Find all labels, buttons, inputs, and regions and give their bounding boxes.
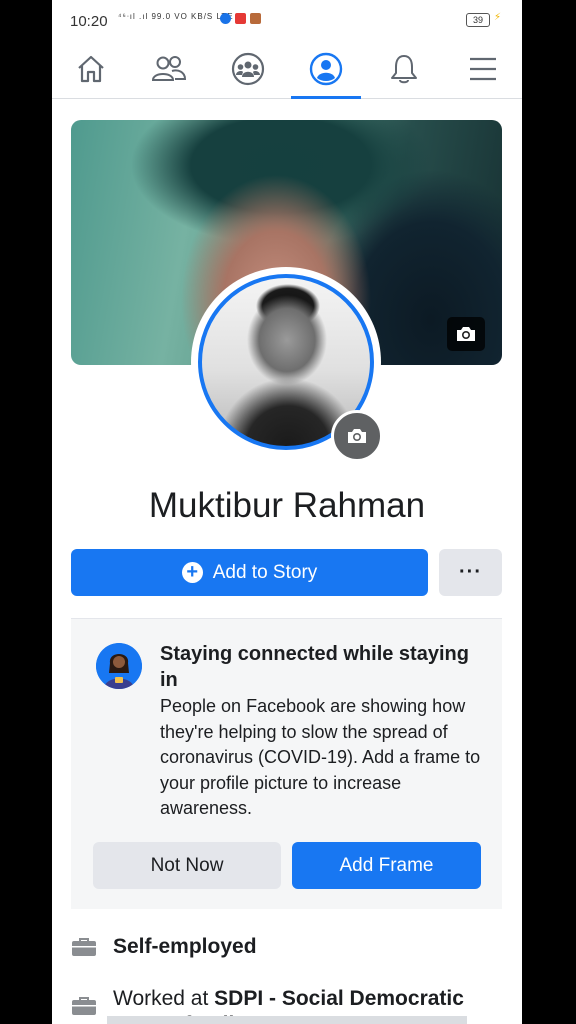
profile-name: Muktibur Rahman [148, 486, 426, 525]
nav-friends[interactable] [130, 40, 208, 98]
menu-icon [470, 57, 496, 81]
job-text: Self-employed [113, 935, 257, 958]
more-options-button[interactable]: ··· [439, 549, 502, 596]
groups-icon [231, 52, 265, 86]
nav-groups[interactable] [209, 40, 287, 98]
status-bar: 10:20 ⁴⁶ᐧıl .ıl 99.0 VO KB/S LTE 39 ⚡ [52, 0, 522, 40]
home-icon [78, 55, 104, 83]
battery-icon: 39 [466, 13, 490, 27]
friends-icon [151, 56, 187, 81]
worked-at-prefix: Worked at [113, 987, 209, 1010]
add-to-story-button[interactable]: + Add to Story [71, 549, 428, 596]
charging-icon: ⚡ [494, 12, 502, 23]
notification-icons [220, 13, 261, 24]
nav-home[interactable] [52, 40, 130, 98]
info-row-job: Self-employed [71, 935, 257, 959]
nav-profile[interactable] [287, 40, 365, 99]
edit-profile-picture-button[interactable] [331, 410, 383, 462]
app-notification-icon [250, 13, 261, 24]
card-title: Staying connected while staying in [160, 643, 469, 691]
add-to-story-label: Add to Story [212, 561, 318, 583]
bell-icon [391, 55, 417, 84]
camera-icon [457, 327, 475, 341]
signal-indicators: ⁴⁶ᐧıl .ıl 99.0 VO KB/S LTE [118, 12, 234, 21]
nav-menu[interactable] [444, 40, 522, 98]
briefcase-icon [72, 997, 96, 1015]
nav-notifications[interactable] [365, 40, 443, 98]
status-time: 10:20 [70, 13, 108, 30]
add-frame-button[interactable]: Add Frame [292, 842, 481, 889]
person-illustration-icon [96, 643, 142, 689]
app-notification-icon [220, 13, 231, 24]
scroll-edge [107, 1016, 467, 1024]
profile-icon [309, 52, 343, 86]
camera-icon [348, 429, 366, 443]
card-body: People on Facebook are showing how they'… [160, 696, 481, 818]
app-notification-icon [235, 13, 246, 24]
covid-frame-card: Staying connected while staying in Peopl… [71, 618, 502, 909]
profile-screen: 10:20 ⁴⁶ᐧıl .ıl 99.0 VO KB/S LTE 39 ⚡ Mu… [52, 0, 522, 1024]
not-now-button[interactable]: Not Now [93, 842, 281, 889]
briefcase-icon [72, 938, 96, 956]
plus-icon: + [181, 562, 203, 583]
edit-cover-button[interactable] [447, 317, 485, 351]
top-nav [52, 40, 522, 99]
